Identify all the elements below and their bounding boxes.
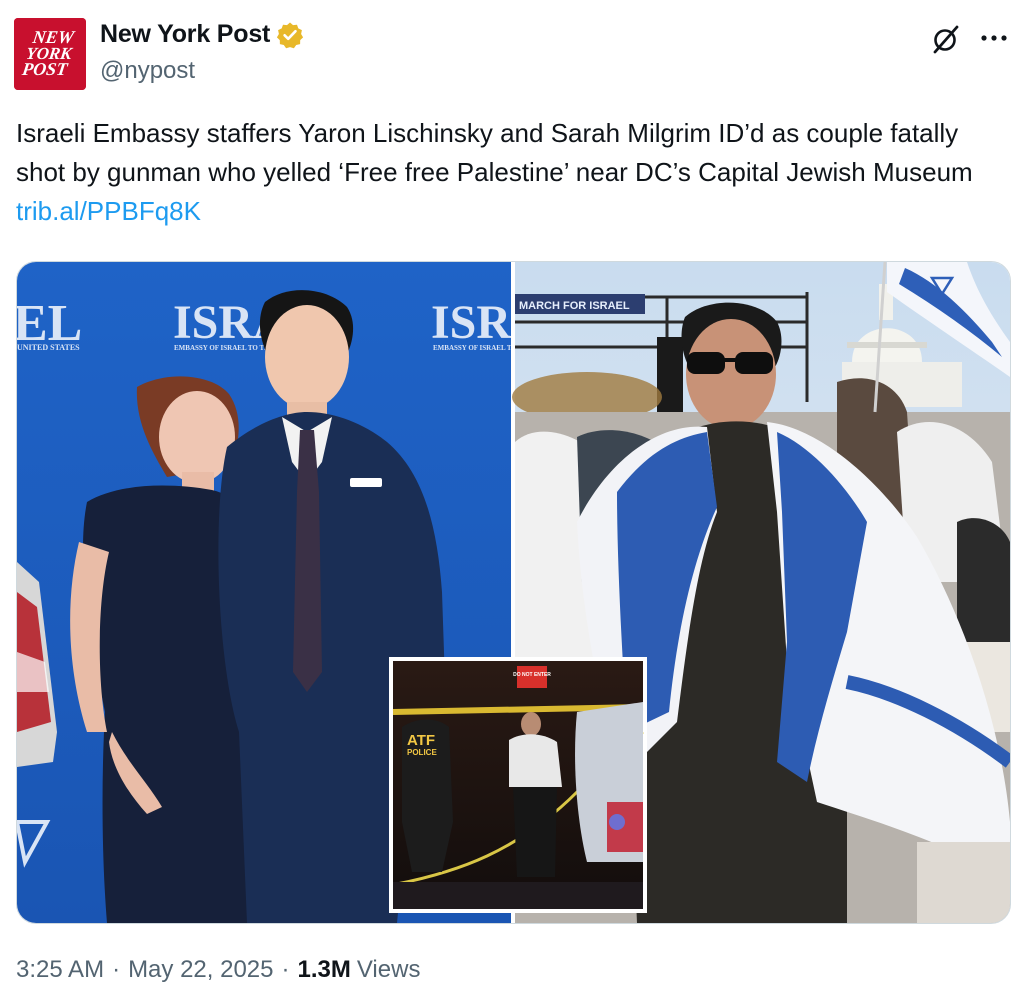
logo-line-3: POST xyxy=(20,59,70,79)
meta-separator: · xyxy=(112,956,121,983)
inset-vest-text: ATF xyxy=(407,732,435,749)
more-icon[interactable] xyxy=(977,22,1011,61)
tweet-date[interactable]: May 22, 2025 xyxy=(128,956,273,984)
tweet-body: Israeli Embassy staffers Yaron Lischinsk… xyxy=(16,118,973,187)
meta-separator-2: · xyxy=(281,956,290,983)
tweet-media[interactable]: EL UNITED STATES ISRAEL EMBASSY OF ISRAE… xyxy=(16,261,1011,924)
author-display-name[interactable]: New York Post xyxy=(100,20,270,49)
tweet-time[interactable]: 3:25 AM xyxy=(16,956,104,984)
inset-sign-text: DO NOT ENTER xyxy=(513,672,551,678)
author-name-row: New York Post xyxy=(100,20,304,49)
backdrop-left-subtext: UNITED STATES xyxy=(17,343,80,352)
inset-photo: DO NOT ENTER ATF POLICE xyxy=(389,657,647,913)
tweet-link[interactable]: trib.al/PPBFq8K xyxy=(16,196,201,226)
author-handle[interactable]: @nypost xyxy=(100,57,195,85)
inset-vest-subtext: POLICE xyxy=(407,748,437,757)
stage-banner-text: MARCH FOR ISRAEL xyxy=(519,300,630,312)
verified-badge-icon[interactable] xyxy=(276,21,304,49)
backdrop-center-subtext: EMBASSY OF ISRAEL TO THE xyxy=(174,344,275,352)
views-label[interactable]: Views xyxy=(357,956,421,984)
views-count[interactable]: 1.3M xyxy=(298,956,351,984)
tweet-text: Israeli Embassy staffers Yaron Lischinsk… xyxy=(16,114,1006,231)
tweet-meta: 3:25 AM · May 22, 2025 · 1.3M Views xyxy=(16,956,420,984)
grok-icon[interactable] xyxy=(929,22,963,61)
nypost-avatar[interactable]: NEW YORK POST xyxy=(14,18,86,90)
